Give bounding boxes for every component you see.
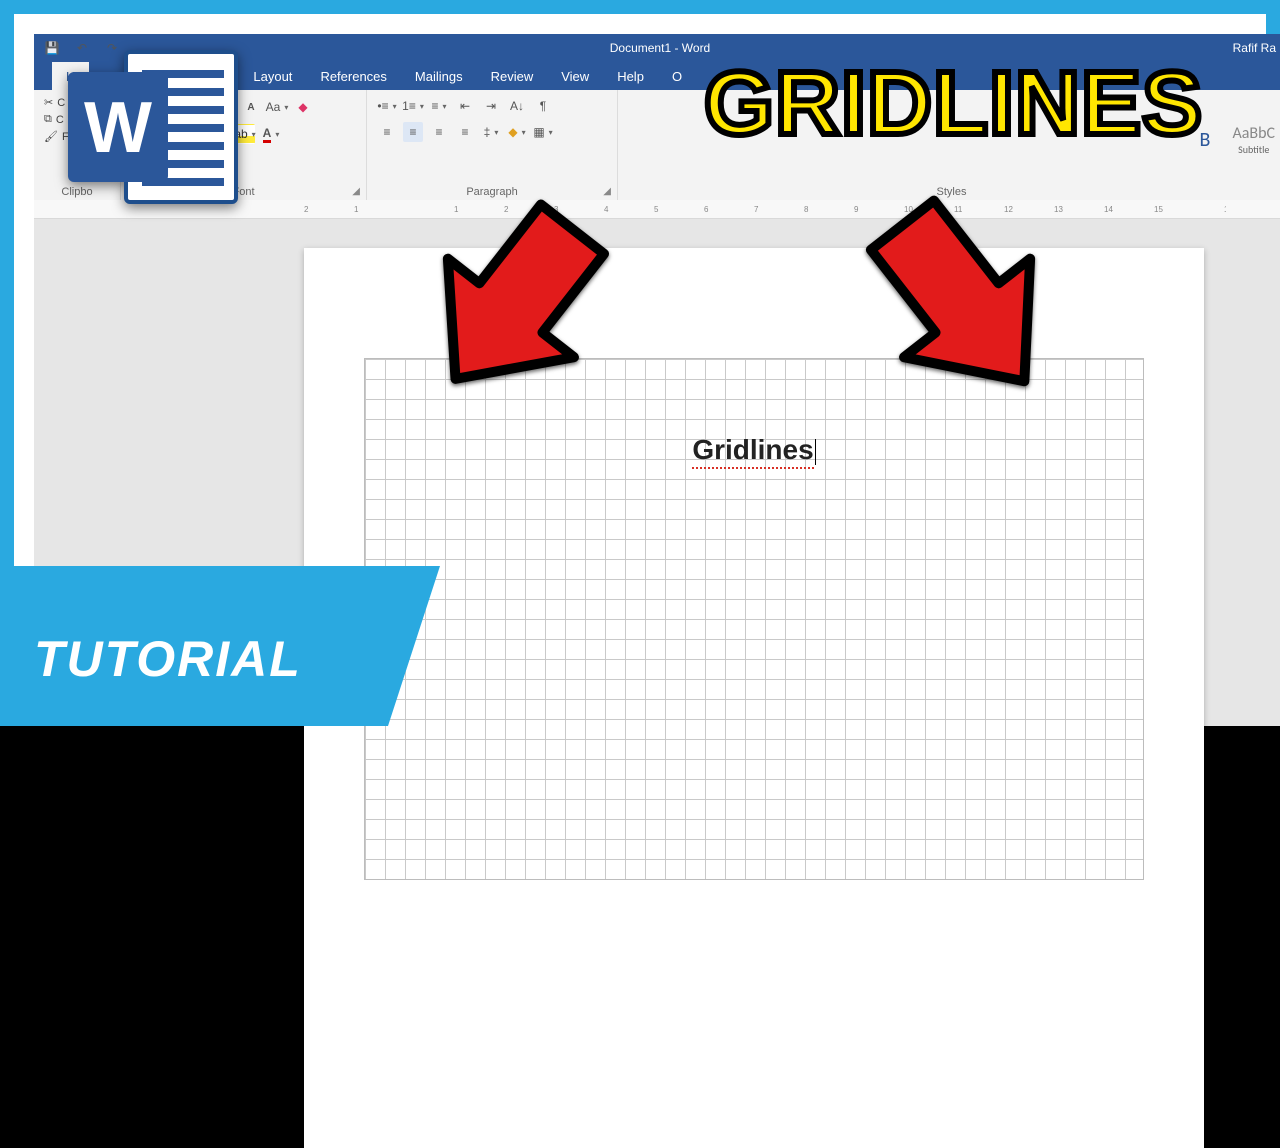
word-logo-icon: W (64, 44, 244, 214)
text-cursor (815, 439, 816, 465)
svg-text:15: 15 (1154, 205, 1163, 214)
svg-text:1: 1 (354, 205, 359, 214)
tutorial-banner: TUTORIAL (14, 596, 374, 706)
font-dialog-launcher-icon[interactable]: ◢ (352, 186, 360, 197)
tab-review[interactable]: Review (477, 62, 548, 90)
svg-text:7: 7 (754, 205, 759, 214)
thumbnail-frame: 💾 ↶ ↷ Document1 - Word Rafif Ra H Layout… (0, 0, 1280, 720)
borders-button[interactable]: ▦▾ (533, 122, 553, 142)
line-spacing-button[interactable]: ‡▾ (481, 122, 501, 142)
font-color-button[interactable]: A▾ (261, 124, 281, 144)
brush-icon: 🖌 (44, 130, 58, 143)
group-label-paragraph: Paragraph◢ (377, 184, 607, 198)
align-right-button[interactable]: ≡ (429, 122, 449, 142)
arrow-right-icon (844, 194, 1084, 414)
svg-text:2: 2 (304, 205, 309, 214)
banner-text: TUTORIAL (34, 630, 302, 688)
signed-in-user: Rafif Ra (1233, 34, 1276, 62)
align-left-button[interactable]: ≡ (377, 122, 397, 142)
paragraph-dialog-launcher-icon[interactable]: ◢ (603, 186, 611, 197)
overlay-title: GRIDLINES (704, 66, 1203, 143)
svg-text:5: 5 (654, 205, 659, 214)
svg-text:17: 17 (1224, 205, 1226, 214)
svg-text:W: W (84, 88, 152, 168)
shading-button[interactable]: ◆▾ (507, 122, 527, 142)
numbering-button[interactable]: 1≡▾ (403, 96, 423, 116)
tab-view[interactable]: View (547, 62, 603, 90)
multilevel-list-button[interactable]: ≡▾ (429, 96, 449, 116)
group-paragraph: •≡▾ 1≡▾ ≡▾ ⇤ ⇥ A↓ ¶ ≡ ≡ ≡ ≡ ‡▾ ◆▾ (367, 90, 618, 200)
justify-button[interactable]: ≡ (455, 122, 475, 142)
typed-word: Gridlines (692, 434, 813, 469)
gridlines-overlay: Gridlines (364, 358, 1144, 880)
document-text[interactable]: Gridlines (365, 434, 1143, 469)
change-case-button[interactable]: Aa▾ (267, 97, 287, 117)
shrink-font-button[interactable]: A (241, 97, 261, 117)
svg-text:6: 6 (704, 205, 709, 214)
decrease-indent-button[interactable]: ⇤ (455, 96, 475, 116)
bullets-button[interactable]: •≡▾ (377, 96, 397, 116)
style-subtitle[interactable]: AaBbC Subtitle (1232, 124, 1275, 156)
scissors-icon: ✂ (44, 96, 53, 109)
align-center-button[interactable]: ≡ (403, 122, 423, 142)
tab-mailings[interactable]: Mailings (401, 62, 477, 90)
clear-formatting-button[interactable]: ◆ (293, 97, 313, 117)
show-marks-button[interactable]: ¶ (533, 96, 553, 116)
increase-indent-button[interactable]: ⇥ (481, 96, 501, 116)
tab-help[interactable]: Help (603, 62, 658, 90)
svg-text:14: 14 (1104, 205, 1113, 214)
sort-button[interactable]: A↓ (507, 96, 527, 116)
tab-layout[interactable]: Layout (239, 62, 306, 90)
arrow-left-icon (394, 199, 634, 409)
tab-references[interactable]: References (306, 62, 400, 90)
svg-text:8: 8 (804, 205, 809, 214)
copy-icon: ⧉ (44, 113, 52, 126)
tab-other[interactable]: O (658, 62, 696, 90)
